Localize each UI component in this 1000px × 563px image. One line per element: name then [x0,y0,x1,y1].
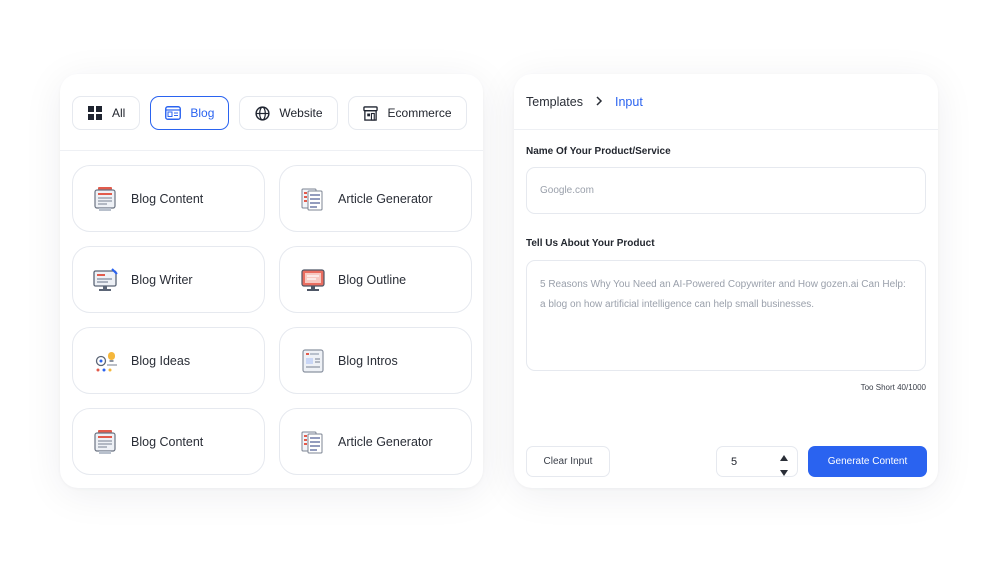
template-card-article-generator[interactable]: Article Generator [279,165,472,232]
tab-ecommerce[interactable]: Ecommerce [347,96,467,130]
product-name-input[interactable]: Google.com [526,167,926,214]
template-card-label: Article Generator [338,434,433,449]
blog-writer-icon [93,267,118,293]
template-card-blog-content[interactable]: Blog Content [72,165,265,232]
blog-ideas-icon [93,348,117,374]
tab-all[interactable]: All [72,96,141,130]
generate-content-label: Generate Content [827,456,908,467]
article-generator-icon [300,186,324,212]
template-card-label: Blog Writer [131,272,193,287]
product-about-textarea[interactable]: 5 Reasons Why You Need an AI-Powered Cop… [526,260,926,371]
template-grid: Blog Content Article Generator Blog Writ… [72,165,472,475]
template-card-blog-ideas[interactable]: Blog Ideas [72,327,265,394]
tab-label: Ecommerce [387,106,452,120]
generate-content-button[interactable]: Generate Content [808,446,927,477]
chevron-right-icon [595,95,603,109]
template-card-label: Blog Content [131,434,204,449]
quantity-stepper[interactable]: 5 [716,446,798,477]
template-card-label: Blog Content [131,191,204,206]
template-card-blog-intros[interactable]: Blog Intros [279,327,472,394]
globe-icon [254,105,270,121]
clear-input-label: Clear Input [543,456,593,467]
stepper-arrows [780,452,788,479]
tab-blog[interactable]: Blog [150,96,230,130]
blog-outline-icon [300,267,325,293]
tab-website[interactable]: Website [239,96,338,130]
caret-up-icon[interactable] [780,452,788,464]
templates-panel: All Blog Website Ecommerce Blog Content … [60,74,483,488]
character-counter: Too Short 40/1000 [860,383,926,392]
template-card-label: Blog Intros [338,353,398,368]
template-card-label: Blog Ideas [131,353,191,368]
product-about-placeholder: 5 Reasons Why You Need an AI-Powered Cop… [540,279,906,310]
template-card-label: Blog Outline [338,272,407,287]
input-panel: Templates Input Name Of Your Product/Ser… [514,74,938,488]
blog-icon [165,105,182,121]
template-card-blog-content[interactable]: Blog Content [72,408,265,475]
breadcrumb-current: Input [614,95,643,109]
template-card-article-generator[interactable]: Article Generator [279,408,472,475]
grid-icon [87,105,103,121]
header-divider [514,129,938,130]
product-name-label: Name Of Your Product/Service [526,146,671,157]
tab-label: Blog [190,106,215,120]
breadcrumb-templates-link[interactable]: Templates [526,95,583,109]
tab-label: All [112,106,126,120]
tabs-divider [60,150,483,151]
template-card-blog-outline[interactable]: Blog Outline [279,246,472,313]
blog-content-icon [93,429,117,455]
product-name-placeholder: Google.com [540,185,594,196]
category-tabs: All Blog Website Ecommerce [72,96,483,130]
clear-input-button[interactable]: Clear Input [526,446,610,477]
tab-label: Website [279,106,323,120]
template-card-blog-writer[interactable]: Blog Writer [72,246,265,313]
breadcrumb: Templates Input [526,94,643,110]
product-about-label: Tell Us About Your Product [526,238,655,249]
blog-intros-icon [300,348,324,374]
template-card-label: Article Generator [338,191,433,206]
store-icon [363,105,379,121]
blog-content-icon [93,186,117,212]
quantity-value: 5 [731,455,738,468]
caret-down-icon[interactable] [780,467,788,479]
article-generator-icon [300,429,324,455]
